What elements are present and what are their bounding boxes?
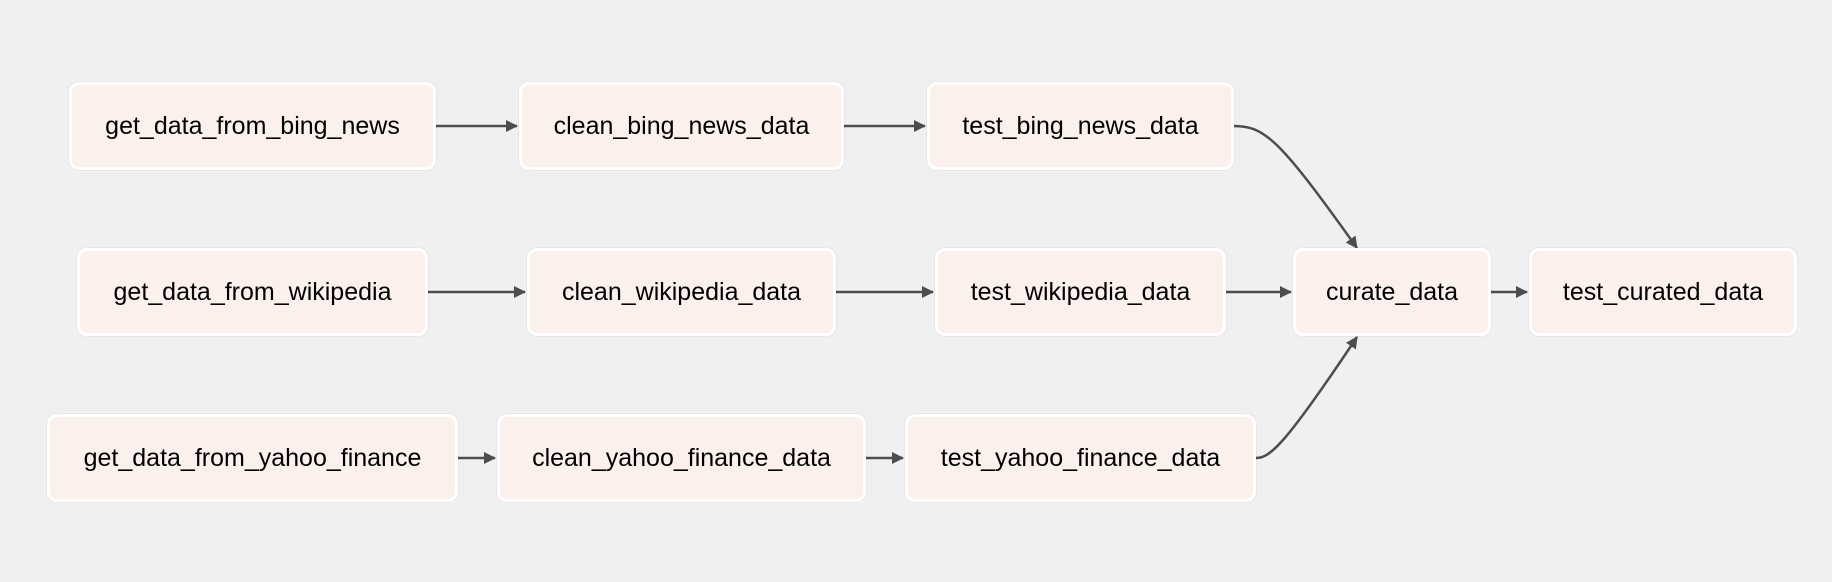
task-node-clean-yahoo-finance-data[interactable]: clean_yahoo_finance_data xyxy=(497,414,866,502)
task-label: test_curated_data xyxy=(1562,277,1764,306)
task-label: test_bing_news_data xyxy=(962,111,1199,140)
task-label: get_data_from_wikipedia xyxy=(113,277,392,306)
task-label: get_data_from_bing_news xyxy=(105,111,400,140)
task-node-test-bing-news-data[interactable]: test_bing_news_data xyxy=(927,82,1234,170)
task-label: curate_data xyxy=(1325,277,1459,306)
task-node-curate-data[interactable]: curate_data xyxy=(1293,248,1491,336)
edge-test-bing-to-curate xyxy=(1233,124,1359,249)
task-node-test-curated-data[interactable]: test_curated_data xyxy=(1529,248,1797,336)
task-node-get-data-from-yahoo-finance[interactable]: get_data_from_yahoo_finance xyxy=(47,414,458,502)
task-node-get-data-from-bing-news[interactable]: get_data_from_bing_news xyxy=(69,82,436,170)
task-node-test-wikipedia-data[interactable]: test_wikipedia_data xyxy=(935,248,1226,336)
edge-test-yahoo-to-curate xyxy=(1255,336,1359,460)
task-node-test-yahoo-finance-data[interactable]: test_yahoo_finance_data xyxy=(905,414,1256,502)
task-label: get_data_from_yahoo_finance xyxy=(83,443,422,472)
task-label: clean_wikipedia_data xyxy=(561,277,802,306)
task-node-clean-bing-news-data[interactable]: clean_bing_news_data xyxy=(519,82,844,170)
task-label: clean_yahoo_finance_data xyxy=(532,443,831,472)
task-label: test_yahoo_finance_data xyxy=(940,443,1221,472)
task-label: test_wikipedia_data xyxy=(970,277,1191,306)
task-node-get-data-from-wikipedia[interactable]: get_data_from_wikipedia xyxy=(77,248,428,336)
task-label: clean_bing_news_data xyxy=(553,111,810,140)
task-node-clean-wikipedia-data[interactable]: clean_wikipedia_data xyxy=(527,248,836,336)
